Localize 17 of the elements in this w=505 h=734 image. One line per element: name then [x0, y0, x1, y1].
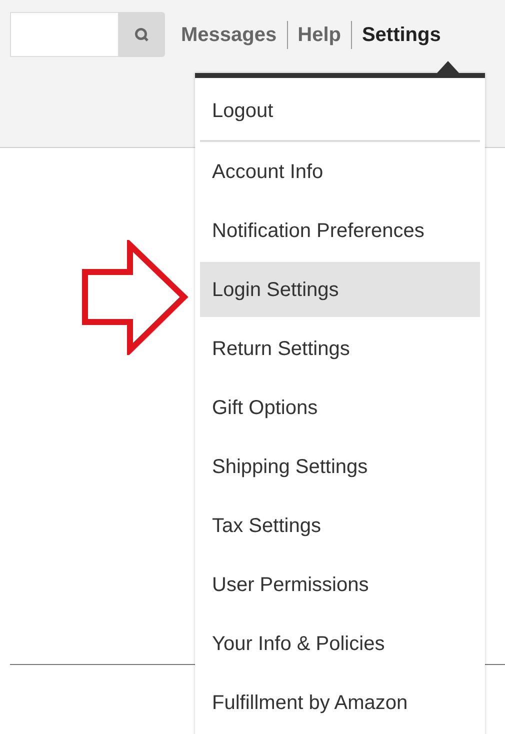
- nav-link[interactable]: Messages: [181, 20, 277, 50]
- menu-item[interactable]: Shipping Settings: [200, 439, 480, 494]
- menu-item[interactable]: Return Settings: [200, 321, 480, 376]
- search-icon: [134, 26, 150, 42]
- search-field[interactable]: [10, 12, 118, 57]
- menu-item[interactable]: User Permissions: [200, 557, 480, 612]
- menu-item[interactable]: Gift Options: [200, 380, 480, 435]
- search-button[interactable]: [118, 12, 165, 57]
- menu-item[interactable]: Fulfillment by Amazon: [200, 675, 480, 730]
- menu-item[interactable]: Your Info & Policies: [200, 616, 480, 671]
- menu-item[interactable]: Notification Preferences: [200, 203, 480, 258]
- menu-item[interactable]: Logout: [200, 83, 480, 138]
- nav-link[interactable]: Help: [298, 20, 341, 50]
- menu-item[interactable]: Login Settings: [200, 262, 480, 317]
- menu-item[interactable]: Account Info: [200, 144, 480, 199]
- nav-link[interactable]: Settings: [362, 20, 441, 50]
- menu-item[interactable]: Tax Settings: [200, 498, 480, 553]
